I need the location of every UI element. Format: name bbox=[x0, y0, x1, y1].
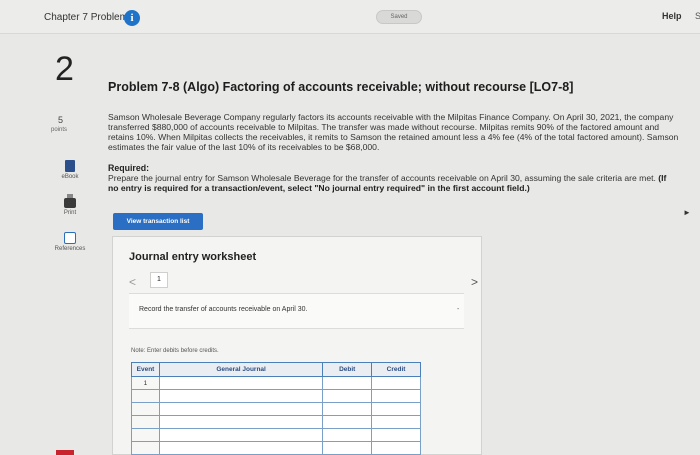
table-row bbox=[131, 402, 421, 416]
required-text: Prepare the journal entry for Samson Who… bbox=[108, 173, 668, 193]
required-label: Required: bbox=[108, 163, 150, 173]
col-debit-header: Debit bbox=[322, 362, 373, 377]
event-cell bbox=[131, 441, 160, 455]
brand-logo bbox=[56, 450, 74, 455]
credit-input[interactable] bbox=[371, 402, 421, 416]
credit-input[interactable] bbox=[371, 389, 421, 403]
instruction-box: Record the transfer of accounts receivab… bbox=[129, 293, 464, 329]
event-cell bbox=[131, 402, 160, 416]
references-tool[interactable]: References bbox=[50, 232, 90, 252]
credit-input[interactable] bbox=[371, 428, 421, 442]
info-icon[interactable]: i bbox=[124, 10, 140, 26]
account-input[interactable] bbox=[158, 428, 324, 442]
journal-entry-worksheet: Journal entry worksheet < 1 > Record the… bbox=[112, 236, 482, 455]
worksheet-page-number[interactable]: 1 bbox=[150, 272, 168, 288]
print-label: Print bbox=[63, 210, 77, 216]
debit-input[interactable] bbox=[322, 415, 373, 429]
account-input[interactable] bbox=[158, 389, 324, 403]
saved-status-badge: Saved bbox=[376, 10, 422, 24]
references-icon bbox=[64, 232, 76, 244]
references-label: References bbox=[54, 246, 86, 252]
debit-input[interactable] bbox=[322, 428, 373, 442]
chapter-title[interactable]: Chapter 7 Problems bbox=[44, 12, 133, 23]
ebook-label: eBook bbox=[61, 174, 79, 180]
debit-input[interactable] bbox=[322, 376, 373, 390]
points-label: points bbox=[51, 127, 68, 133]
table-row bbox=[131, 428, 421, 442]
col-event-header: Event bbox=[131, 362, 160, 377]
required-instruction: Prepare the journal entry for Samson Who… bbox=[108, 173, 656, 183]
instruction-text: Record the transfer of accounts receivab… bbox=[139, 306, 308, 313]
account-input[interactable] bbox=[158, 376, 324, 390]
table-row bbox=[131, 441, 421, 455]
help-button[interactable]: Help bbox=[662, 11, 682, 21]
printer-icon bbox=[64, 194, 76, 208]
ebook-tool[interactable]: eBook bbox=[50, 160, 90, 180]
col-credit-header: Credit bbox=[371, 362, 421, 377]
credit-input[interactable] bbox=[371, 441, 421, 455]
table-row: 1 bbox=[131, 376, 421, 390]
instruction-marker: - bbox=[457, 306, 460, 313]
view-transaction-list-button[interactable]: View transaction list bbox=[113, 213, 203, 230]
worksheet-title: Journal entry worksheet bbox=[129, 251, 257, 263]
table-row bbox=[131, 415, 421, 429]
event-cell bbox=[131, 389, 160, 403]
credit-input[interactable] bbox=[371, 376, 421, 390]
prev-arrow-icon[interactable]: < bbox=[129, 275, 136, 289]
problem-body: Samson Wholesale Beverage Company regula… bbox=[108, 112, 679, 152]
book-icon bbox=[65, 160, 75, 172]
account-input[interactable] bbox=[158, 402, 324, 416]
journal-table: Event General Journal Debit Credit 1 bbox=[131, 362, 421, 455]
cursor-icon: ► bbox=[683, 208, 691, 217]
credit-input[interactable] bbox=[371, 415, 421, 429]
debit-input[interactable] bbox=[322, 389, 373, 403]
table-row bbox=[131, 389, 421, 403]
debit-input[interactable] bbox=[322, 441, 373, 455]
print-tool[interactable]: Print bbox=[50, 194, 90, 216]
col-general-journal-header: General Journal bbox=[158, 362, 324, 377]
debit-input[interactable] bbox=[322, 402, 373, 416]
problem-title: Problem 7-8 (Algo) Factoring of accounts… bbox=[108, 80, 574, 94]
entry-note: Note: Enter debits before credits. bbox=[131, 348, 219, 354]
event-cell bbox=[131, 428, 160, 442]
event-cell bbox=[131, 415, 160, 429]
question-number: 2 bbox=[55, 50, 74, 88]
next-arrow-icon[interactable]: > bbox=[471, 275, 478, 289]
points-value: 5 bbox=[58, 115, 64, 125]
event-cell: 1 bbox=[131, 376, 160, 390]
account-input[interactable] bbox=[158, 441, 324, 455]
account-input[interactable] bbox=[158, 415, 324, 429]
top-bar: Chapter 7 Problems i Saved Help S bbox=[0, 0, 700, 34]
save-exit-button-partial[interactable]: S bbox=[695, 11, 700, 21]
